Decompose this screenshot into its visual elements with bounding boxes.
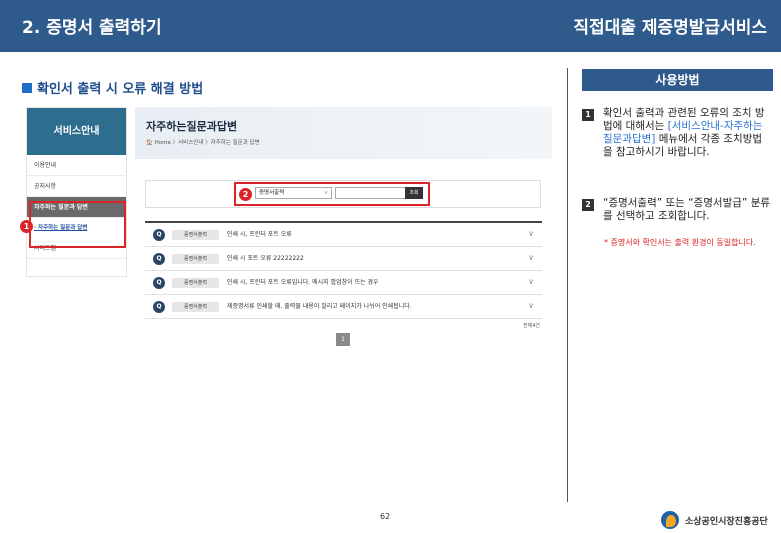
- breadcrumb-text: Home 〉서비스안내 〉자주하는 질문과 답변: [154, 140, 260, 146]
- faq-row[interactable]: Q 증명서출력 인쇄 시, 프린터 포트 오류입니다. 메시지 팝업창이 뜨는 …: [145, 271, 542, 295]
- header-bar: 2. 증명서 출력하기 직접대출 제증명발급서비스: [0, 0, 781, 52]
- question-icon: Q: [153, 277, 165, 289]
- section-title-text: 확인서 출력 시 오류 해결 방법: [37, 82, 204, 97]
- chevron-down-icon[interactable]: ∨: [528, 277, 534, 286]
- faq-row[interactable]: Q 증명서출력 인쇄 시, 프린터 포트 오류 ∨: [145, 223, 542, 247]
- home-icon: 🏠: [146, 140, 153, 146]
- sidebar-item-notice[interactable]: 공지사항: [27, 176, 126, 197]
- faq-category: 증명서출력: [172, 230, 219, 240]
- header-right-title: 직접대출 제증명발급서비스: [573, 18, 767, 38]
- step-number-2: 2: [582, 199, 594, 211]
- faq-question: 인쇄 시, 프린터 포트 오류입니다. 메시지 팝업창이 뜨는 경우: [227, 279, 379, 286]
- chevron-down-icon[interactable]: ∨: [528, 229, 534, 238]
- org-logo-accent: [666, 515, 676, 527]
- question-icon: Q: [153, 229, 165, 241]
- question-icon: Q: [153, 301, 165, 313]
- step-2-text: “증명서출력” 또는 “증명서발급” 분류를 선택하고 조회합니다.: [603, 197, 771, 222]
- breadcrumb: 🏠 Home 〉서비스안내 〉자주하는 질문과 답변: [146, 138, 260, 146]
- sidebar-item-guide[interactable]: 이용안내: [27, 155, 126, 176]
- usage-title: 사용방법: [582, 69, 773, 91]
- category-select-value: 증명서출력: [259, 190, 285, 196]
- usage-note: * 증명서와 확인서는 출력 환경이 동일합니다.: [604, 238, 756, 247]
- question-icon: Q: [153, 253, 165, 265]
- category-select[interactable]: 증명서출력 ∨: [255, 187, 332, 199]
- faq-list: Q 증명서출력 인쇄 시, 프린터 포트 오류 ∨ Q 증명서출력 인쇄 시 포…: [145, 221, 542, 319]
- faq-question: 제증명서류 인쇄할 때, 출력물 내용이 잘리고 페이지가 나뉘어 인쇄됩니다.: [227, 303, 412, 310]
- faq-category: 증명서출력: [172, 254, 219, 264]
- step-badge-2: 2: [239, 188, 252, 201]
- step-badge-1: 1: [20, 220, 33, 233]
- search-input[interactable]: [335, 187, 409, 199]
- faq-category: 증명서출력: [172, 278, 219, 288]
- page-number: 62: [380, 512, 391, 521]
- org-name: 소상공인시장진흥공단: [685, 517, 768, 527]
- search-button[interactable]: 조회: [405, 187, 423, 199]
- embedded-screenshot: 서비스안내 이용안내 공지사항 자주하는 질문과 답변 · 자주하는 질문과 답…: [20, 107, 552, 352]
- faq-question: 인쇄 시, 프린터 포트 오류: [227, 231, 292, 238]
- chevron-down-icon[interactable]: ∨: [528, 301, 534, 310]
- chevron-down-icon: ∨: [324, 190, 328, 196]
- pagination-page[interactable]: 1: [336, 333, 350, 346]
- header-left-title: 2. 증명서 출력하기: [22, 18, 162, 38]
- faq-row[interactable]: Q 증명서출력 제증명서류 인쇄할 때, 출력물 내용이 잘리고 페이지가 나뉘…: [145, 295, 542, 319]
- step-1-text: 확인서 출력과 관련된 오류의 조치 방법에 대해서는 [서비스안내-자주하는질…: [603, 107, 771, 159]
- faq-page-title: 자주하는질문과답변: [146, 120, 238, 133]
- faq-question: 인쇄 시 포트 오류 22222222: [227, 255, 304, 262]
- divider-line: [567, 68, 568, 502]
- chevron-down-icon[interactable]: ∨: [528, 253, 534, 262]
- step-number-1: 1: [582, 109, 594, 121]
- faq-category: 증명서출력: [172, 302, 219, 312]
- square-bullet-icon: [22, 83, 32, 93]
- sidebar-title: 서비스안내: [27, 108, 126, 155]
- shot-sidebar: 서비스안내 이용안내 공지사항 자주하는 질문과 답변 · 자주하는 질문과 답…: [26, 107, 127, 277]
- total-count: 전체4건: [523, 323, 540, 329]
- highlight-box-sidebar: [29, 201, 126, 248]
- faq-row[interactable]: Q 증명서출력 인쇄 시 포트 오류 22222222 ∨: [145, 247, 542, 271]
- content-header: 자주하는질문과답변 🏠 Home 〉서비스안내 〉자주하는 질문과 답변: [135, 107, 552, 159]
- section-title: 확인서 출력 시 오류 해결 방법: [22, 78, 203, 97]
